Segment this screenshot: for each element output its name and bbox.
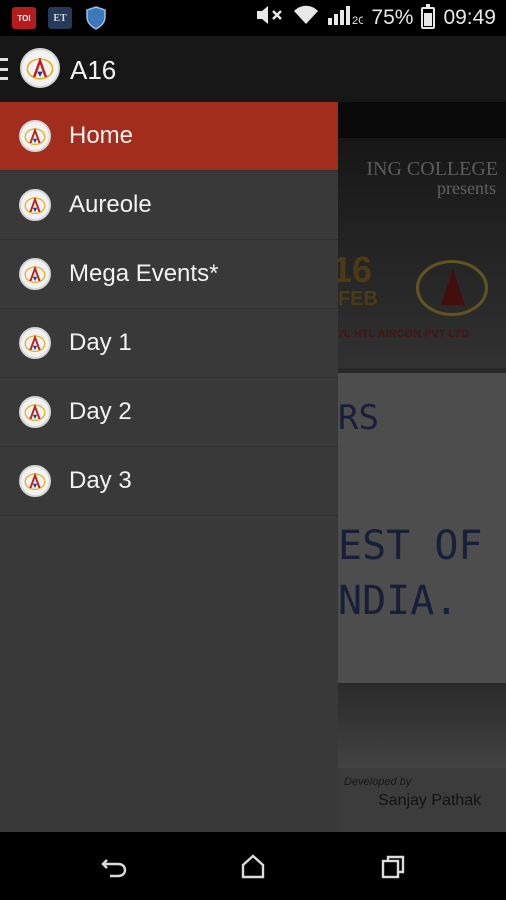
drawer-item-label: Aureole	[69, 191, 152, 218]
battery-percent: 75%	[371, 6, 414, 29]
drawer-item-mega-events[interactable]: Mega Events*	[0, 240, 338, 309]
drawer-item-label: Home	[69, 122, 134, 149]
status-bar: TOI ET 2G 75% 09:49	[0, 0, 506, 36]
home-icon[interactable]	[238, 852, 268, 882]
back-icon[interactable]	[99, 852, 129, 882]
app-logo-icon	[19, 189, 51, 221]
system-nav-bar	[0, 832, 506, 900]
drawer-item-label: Day 3	[69, 467, 132, 494]
drawer-item-day-1[interactable]: Day 1	[0, 309, 338, 378]
drawer-item-label: Mega Events*	[69, 260, 219, 287]
drawer-item-home[interactable]: Home	[0, 102, 338, 171]
app-logo-icon	[19, 327, 51, 359]
notification-icons: TOI ET	[12, 6, 108, 30]
system-icons: 2G 75% 09:49	[255, 4, 496, 32]
toi-notification-icon: TOI	[12, 7, 36, 29]
shield-icon	[84, 6, 108, 30]
recents-icon[interactable]	[378, 852, 408, 882]
wifi-icon	[293, 4, 319, 32]
svg-text:2G: 2G	[352, 15, 363, 26]
menu-icon[interactable]	[0, 58, 8, 80]
app-logo-icon	[19, 258, 51, 290]
clock: 09:49	[443, 6, 496, 29]
volume-muted-icon	[255, 4, 285, 32]
app-title: A16	[70, 55, 117, 85]
drawer-item-aureole[interactable]: Aureole	[0, 171, 338, 240]
navigation-drawer: Home Aureole Mega Events* Day 1 Day 2 Day 3	[0, 102, 338, 832]
et-notification-icon: ET	[48, 7, 72, 29]
app-logo-icon[interactable]	[20, 48, 60, 88]
drawer-item-label: Day 2	[69, 398, 132, 425]
drawer-item-day-3[interactable]: Day 3	[0, 447, 338, 516]
app-logo-icon	[19, 396, 51, 428]
app-logo-icon	[19, 465, 51, 497]
drawer-item-day-2[interactable]: Day 2	[0, 378, 338, 447]
battery-icon	[421, 4, 436, 29]
app-logo-icon	[19, 120, 51, 152]
signal-icon: 2G	[327, 4, 367, 32]
drawer-item-label: Day 1	[69, 329, 132, 356]
